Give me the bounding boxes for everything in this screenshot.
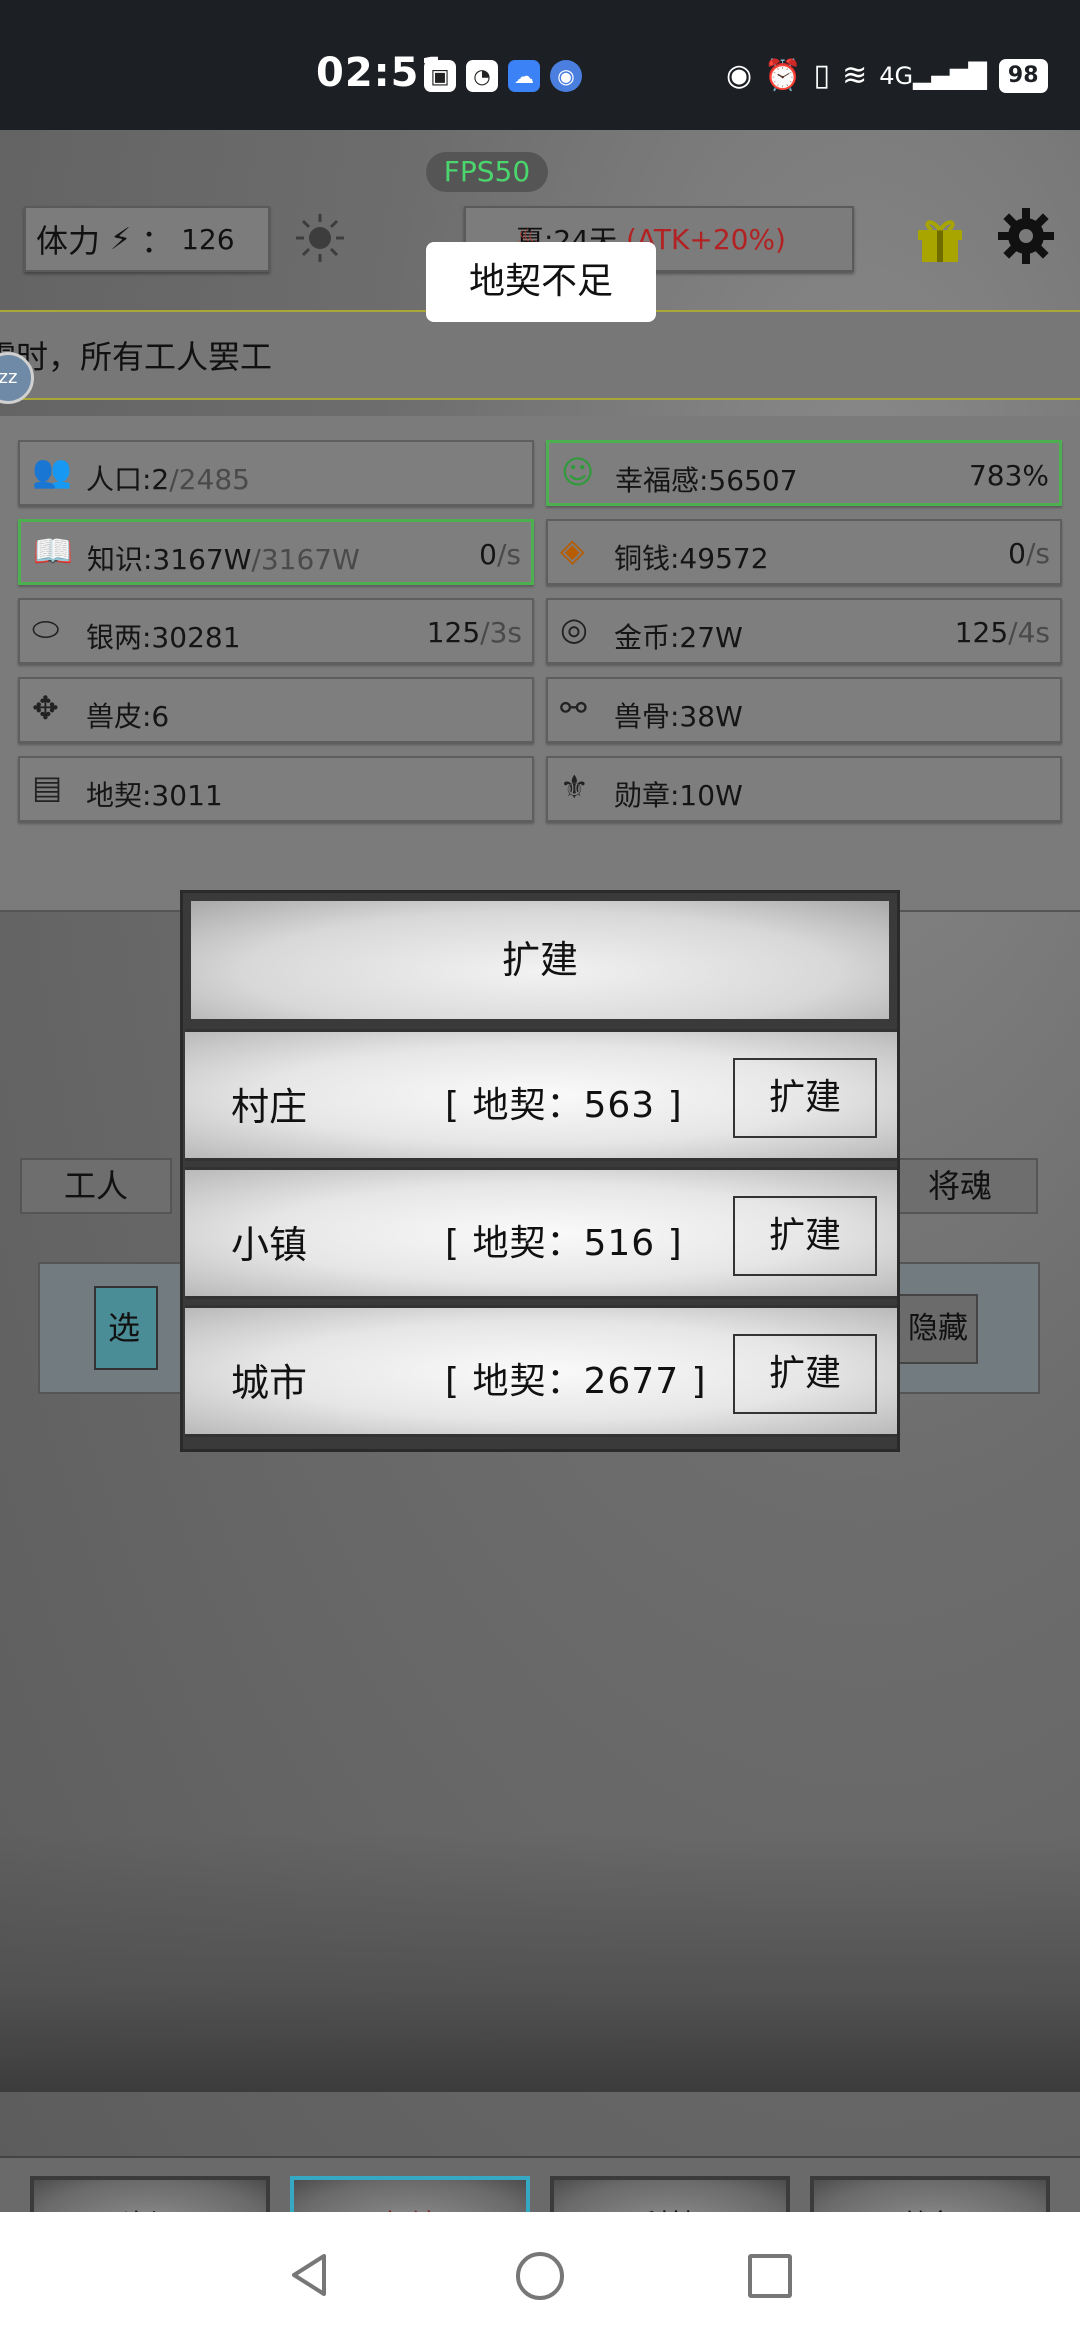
wifi-icon: ≋ (842, 58, 868, 93)
resource-cell[interactable]: 📖 知识:3167W/3167W 0/s (18, 519, 534, 585)
row-cost: [ 地契：516 ] (445, 1223, 683, 1264)
resource-cell[interactable]: ☺ 幸福感:56507 783% (546, 440, 1062, 506)
expand-city-button[interactable]: 扩建 (733, 1334, 877, 1414)
recents-icon[interactable] (748, 2254, 792, 2298)
resource-cap: /2485 (169, 463, 250, 496)
sun-icon (296, 214, 344, 262)
resource-cell[interactable]: ◈ 铜钱:49572 0/s (546, 519, 1062, 585)
notification-icons: ▣ ◔ ☁ ◉ (424, 60, 582, 92)
resource-label: 兽皮:6 (86, 700, 170, 733)
cloud-icon: ☁ (508, 60, 540, 92)
resource-rate: 0/s (1008, 537, 1050, 570)
resource-label: 勋章:10W (614, 779, 743, 812)
resource-cell[interactable]: ✥ 兽皮:6 (18, 677, 534, 743)
row-cost: [ 地契：2677 ] (445, 1361, 707, 1402)
resource-cell[interactable]: ◎ 金币:27W 125/4s (546, 598, 1062, 664)
back-icon[interactable] (284, 2250, 334, 2300)
resource-rate: 0/s (479, 538, 521, 571)
expand-dialog: 扩建 村庄 [ 地契：563 ] 扩建 小镇 [ 地契：516 ] 扩建 城市 … (180, 890, 900, 1452)
huawei-icon: ▣ (424, 60, 456, 92)
copper-coin-icon: ◈ (560, 531, 585, 569)
stamina-box: 体力 ⚡ ： 126 (24, 206, 270, 272)
tab-soul[interactable]: 将魂 (882, 1158, 1038, 1214)
alarm-icon: ⏰ (764, 58, 802, 93)
toast-message: 地契不足 (426, 242, 656, 322)
lightning-icon: ⚡ (110, 221, 132, 257)
stamina-value: 126 (181, 222, 235, 256)
row-cost: [ 地契：563 ] (445, 1085, 683, 1126)
beast-hide-icon: ✥ (32, 689, 59, 727)
status-bar: 02:51 ▣ ◔ ☁ ◉ ◉ ⏰ ▯ ≋ 4G▂▄▆█ 98 (0, 0, 1080, 130)
resource-label: 幸福感:56507 (615, 464, 798, 497)
medal-icon: ⚜ (560, 768, 589, 806)
row-name: 小镇 (231, 1223, 308, 1267)
resource-cell[interactable]: ▤ 地契:3011 (18, 756, 534, 822)
expand-row-village: 村庄 [ 地契：563 ] 扩建 (185, 1029, 897, 1161)
gear-icon[interactable] (996, 206, 1056, 266)
resource-rate: 125/3s (426, 616, 522, 649)
fps-badge: FPS50 (426, 152, 548, 192)
tab-worker[interactable]: 工人 (20, 1158, 172, 1214)
bone-icon: ⚯ (560, 689, 587, 727)
signal-icon: 4G▂▄▆█ (879, 61, 987, 90)
stamina-separator: ： (141, 222, 174, 260)
expand-town-button[interactable]: 扩建 (733, 1196, 877, 1276)
resource-label: 银两:30281 (86, 621, 241, 654)
select-button[interactable]: 选 (94, 1286, 158, 1370)
stamina-label: 体力 (36, 222, 101, 260)
resource-label: 兽骨:38W (614, 700, 743, 733)
hide-button[interactable]: 隐藏 (892, 1294, 978, 1364)
book-icon: 📖 (33, 532, 73, 570)
browser-icon: ◉ (550, 60, 582, 92)
resource-label: 地契:3011 (86, 779, 223, 812)
vibrate-icon: ▯ (813, 58, 831, 93)
ticker-bar: 零时，所有工人罢工 (0, 310, 1080, 400)
row-name: 村庄 (231, 1085, 308, 1129)
row-name: 城市 (231, 1361, 308, 1405)
resource-rate: 783% (968, 459, 1049, 492)
home-icon[interactable] (516, 2252, 564, 2300)
system-icons: ◉ ⏰ ▯ ≋ 4G▂▄▆█ 98 (726, 58, 1048, 93)
resource-cap: /3167W (251, 543, 360, 576)
resource-label: 知识:3167W/3167W (87, 543, 360, 576)
gold-coin-icon: ◎ (560, 610, 588, 648)
resource-label: 人口:2/2485 (86, 463, 250, 496)
expand-village-button[interactable]: 扩建 (733, 1058, 877, 1138)
resource-cell[interactable]: ⬭ 银两:30281 125/3s (18, 598, 534, 664)
resource-label: 铜钱:49572 (614, 542, 769, 575)
deed-icon: ▤ (32, 768, 63, 806)
smile-icon: ☺ (561, 453, 595, 491)
battery-icon: 98 (998, 58, 1048, 93)
resource-label: 金币:27W (614, 621, 743, 654)
expand-row-town: 小镇 [ 地契：516 ] 扩建 (185, 1167, 897, 1299)
resource-cell[interactable]: ⚜ 勋章:10W (546, 756, 1062, 822)
people-icon: 👥 (32, 452, 72, 490)
system-nav-bar (0, 2212, 1080, 2340)
resource-cell[interactable]: 👥 人口:2/2485 (18, 440, 534, 506)
ticker-text: 零时，所有工人罢工 (0, 338, 273, 376)
eye-icon: ◉ (726, 58, 753, 93)
gift-icon[interactable] (912, 210, 968, 266)
resource-rate: 125/4s (954, 616, 1050, 649)
silver-ingot-icon: ⬭ (32, 610, 60, 648)
expand-row-city: 城市 [ 地契：2677 ] 扩建 (185, 1305, 897, 1437)
resource-cell[interactable]: ⚯ 兽骨:38W (546, 677, 1062, 743)
wechat-icon: ◔ (466, 60, 498, 92)
dialog-title: 扩建 (191, 901, 889, 1019)
